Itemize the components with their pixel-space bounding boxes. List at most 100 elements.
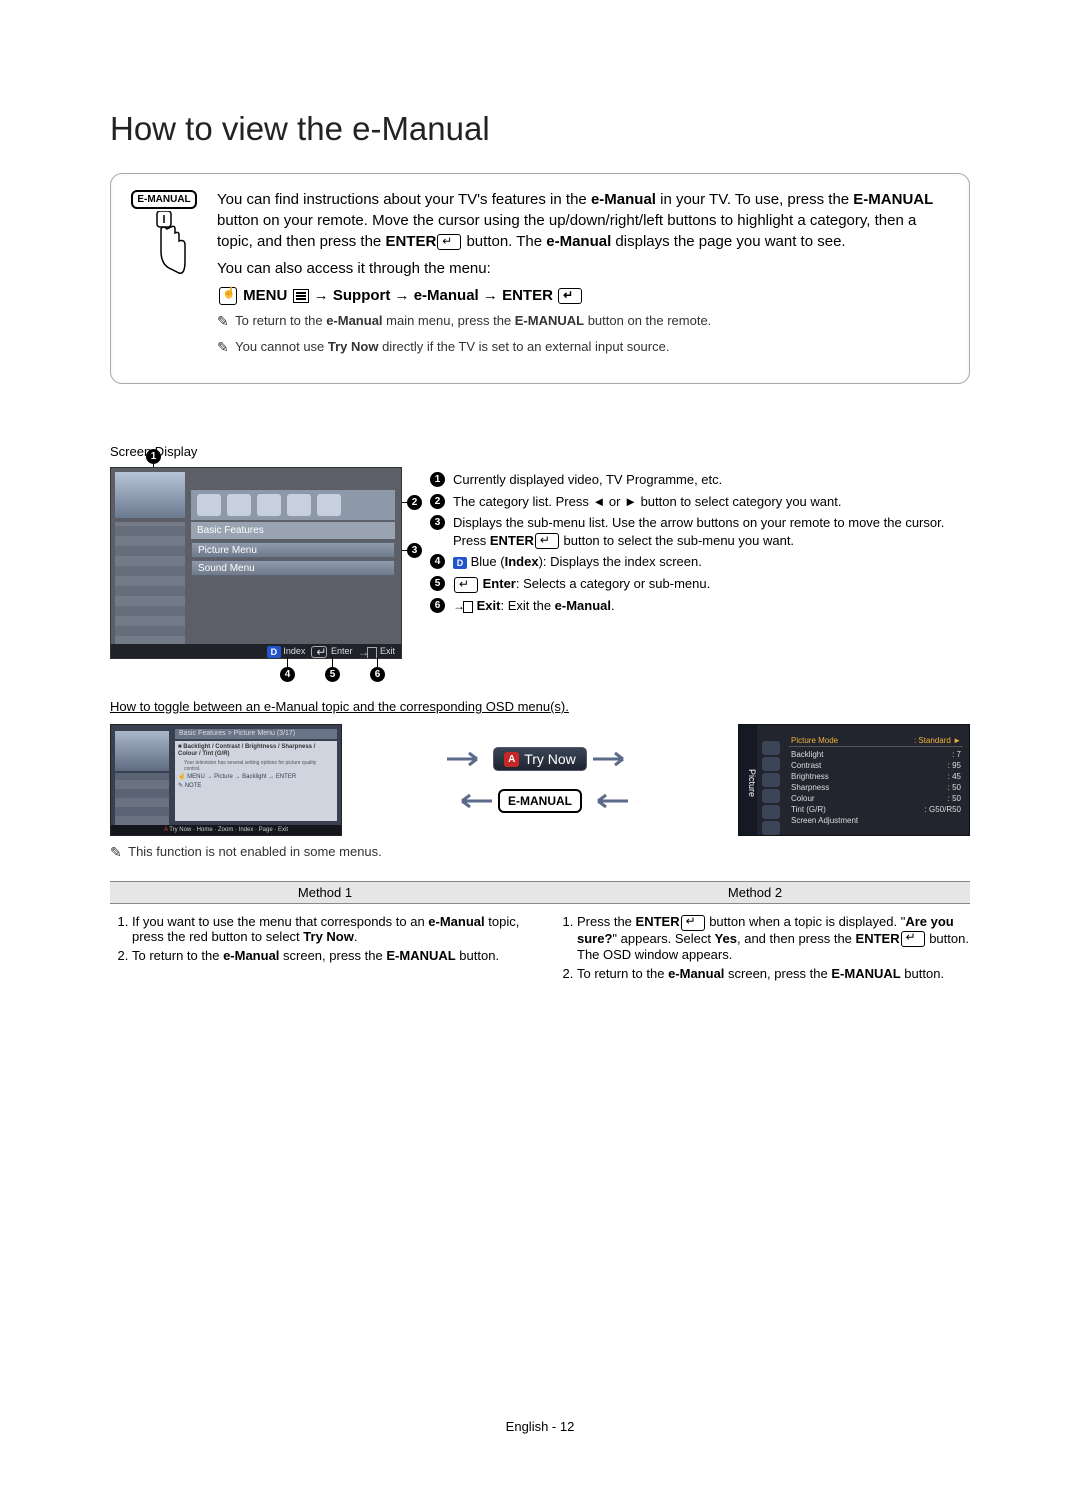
page-footer: English - 12 [0, 1419, 1080, 1434]
try-now-arrow: A Try Now [447, 747, 633, 771]
osd-row: Colour: 50 [789, 793, 963, 804]
emanual-pill: E-MANUAL [498, 789, 582, 813]
emanual-topic-screen: Basic Features > Picture Menu (3/17) ■ B… [110, 724, 342, 836]
callout-6: 6 [370, 667, 385, 682]
method2-header: Method 2 [540, 882, 970, 903]
text: This function is not enabled in some men… [128, 844, 382, 859]
arrow-right-icon [593, 749, 633, 769]
text: Exit [380, 646, 395, 656]
callout-5: 5 [325, 667, 340, 682]
text: ENTER [502, 287, 553, 304]
text: main menu, press the [383, 313, 515, 328]
blue-key-icon: D [267, 646, 281, 658]
legend-num: 2 [430, 494, 445, 509]
list-item: Press the ENTER button when a topic is d… [577, 912, 970, 964]
enter-icon [535, 533, 559, 549]
text: Currently displayed video, TV Programme,… [453, 471, 970, 489]
thumbnail-strip [115, 522, 185, 646]
method2-steps: Press the ENTER button when a topic is d… [555, 912, 970, 983]
toggle-note: ✎ This function is not enabled in some m… [110, 844, 970, 861]
text: The category list. Press ◄ or ► button t… [453, 493, 970, 511]
legend-num: 5 [430, 576, 445, 591]
text: To return to the [235, 313, 326, 328]
text: Try Now [524, 751, 576, 767]
menu-path: MENU → Support → e-Manual → ENTER [217, 285, 951, 306]
category-label: Basic Features [191, 522, 395, 539]
screen-mock: 1 2 3 Basic Features Picture Menu Sound … [110, 467, 400, 659]
toggle-diagram: Basic Features > Picture Menu (3/17) ■ B… [110, 724, 970, 836]
blue-key-icon: D [453, 557, 467, 569]
video-thumbnail [115, 472, 185, 518]
hand-icon [219, 287, 237, 305]
intro-box: E-MANUAL You can find instructions about… [110, 173, 970, 384]
enter-icon [437, 234, 461, 250]
osd-row: Backlight: 7 [789, 749, 963, 760]
legend: 1 Currently displayed video, TV Programme… [430, 467, 970, 618]
menu-icon [293, 289, 309, 303]
emanual-arrow: E-MANUAL [452, 789, 628, 813]
text: A Try Now · Home · Zoom · Index · Page ·… [111, 825, 341, 835]
emanual-button-label: E-MANUAL [131, 190, 196, 209]
text: Enter [331, 646, 353, 656]
note-2: ✎ You cannot use Try Now directly if the… [217, 338, 951, 358]
text: e-Manual [326, 313, 382, 328]
legend-num: 3 [430, 515, 445, 530]
osd-row: Brightness: 45 [789, 771, 963, 782]
methods-body: If you want to use the menu that corresp… [110, 912, 970, 983]
osd-row: Tint (G/R): G50/R50 [789, 804, 963, 815]
text: Try Now [328, 339, 379, 354]
note-icon: ✎ [217, 312, 229, 332]
list-item: To return to the e-Manual screen, press … [132, 946, 525, 965]
page-title: How to view the e-Manual [110, 110, 970, 148]
osd-row: Picture Mode: Standard ► [789, 735, 963, 747]
text: displays the page you want to see. [611, 233, 845, 250]
callout-4: 4 [280, 667, 295, 682]
text: Support [333, 287, 391, 304]
text: button. The [462, 233, 546, 250]
note-1: ✎ To return to the e-Manual main menu, p… [217, 312, 951, 332]
callout-1: 1 [146, 449, 161, 464]
enter-icon [311, 646, 327, 658]
hand-press-icon [139, 211, 189, 281]
legend-num: 1 [430, 472, 445, 487]
submenu-item: Sound Menu [191, 560, 395, 576]
category-strip [191, 490, 395, 520]
method1-header: Method 1 [110, 882, 540, 903]
enter-icon [901, 931, 925, 947]
enter-icon [681, 915, 705, 931]
legend-num: 6 [430, 598, 445, 613]
list-item: To return to the e-Manual screen, press … [577, 964, 970, 983]
arrow-left-icon [588, 791, 628, 811]
text: E-MANUAL [853, 191, 933, 208]
text: ENTER [385, 233, 436, 250]
osd-icons [759, 739, 783, 835]
intro-text: You can find instructions about your TV'… [217, 189, 951, 363]
text: E-MANUAL [515, 313, 584, 328]
text: directly if the TV is set to an external… [378, 339, 669, 354]
text: in your TV. To use, press the [656, 191, 853, 208]
note-icon: ✎ [110, 844, 122, 861]
text: MENU [243, 287, 287, 304]
text: button on the remote. [584, 313, 711, 328]
arrow-right-icon [447, 749, 487, 769]
text: e-Manual [591, 191, 656, 208]
method1-steps: If you want to use the menu that corresp… [110, 912, 525, 983]
screen-display-label: Screen Display [110, 444, 970, 459]
text: Displays the sub-menu list. Use the arro… [453, 514, 970, 549]
text: Exit: Exit the e-Manual. [453, 597, 970, 615]
submenu-item: Picture Menu [191, 542, 395, 558]
callout-3: 3 [407, 543, 422, 558]
text: Index [283, 646, 305, 656]
note-icon: ✎ [217, 338, 229, 358]
try-now-pill: A Try Now [493, 747, 587, 771]
text: You can also access it through the menu: [217, 258, 951, 279]
text: You cannot use [235, 339, 328, 354]
screen-footer: D Index Enter Exit [111, 644, 401, 658]
text: You can find instructions about your TV'… [217, 191, 591, 208]
text: e-Manual [546, 233, 611, 250]
osd-row: Contrast: 95 [789, 760, 963, 771]
enter-icon [454, 577, 478, 593]
osd-row: Screen Adjustment [789, 815, 963, 826]
enter-icon [558, 288, 582, 304]
legend-num: 4 [430, 554, 445, 569]
